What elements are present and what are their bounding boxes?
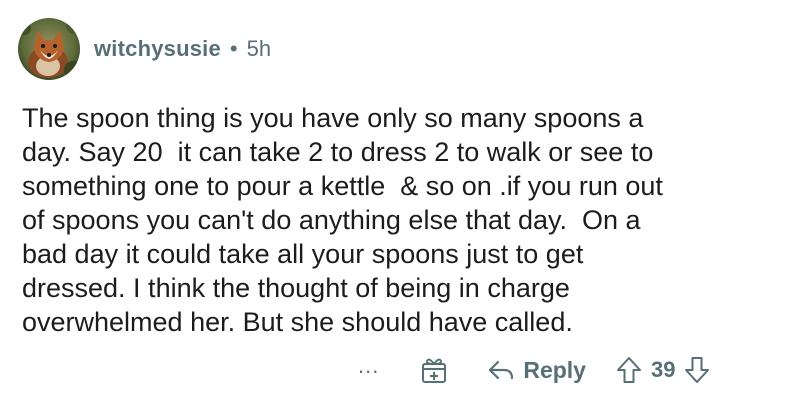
comment-body: The spoon thing is you have only so many… [22, 103, 663, 337]
upvote-button[interactable] [616, 355, 642, 385]
vote-score: 39 [650, 357, 676, 382]
avatar[interactable] [18, 18, 80, 80]
reply-label: Reply [523, 356, 586, 383]
comment-header: witchysusie • 5h [18, 18, 271, 80]
comment-age[interactable]: 5h [247, 36, 271, 62]
author-username[interactable]: witchysusie [94, 36, 221, 62]
upvote-arrow-icon [616, 357, 641, 383]
vote-controls: 39 [616, 355, 710, 385]
fox-avatar-icon [18, 18, 80, 80]
more-options-button[interactable]: ... [358, 355, 379, 377]
comment-actions: ... Reply 39 [358, 350, 710, 390]
reply-arrow-icon [489, 360, 514, 380]
downvote-button[interactable] [684, 355, 710, 385]
downvote-arrow-icon [685, 357, 710, 383]
comment: witchysusie • 5h The spoon thing is you … [0, 0, 800, 402]
award-button[interactable] [419, 355, 449, 385]
award-gift-icon [422, 358, 447, 383]
reply-button[interactable]: Reply [487, 357, 586, 384]
comment-meta: witchysusie • 5h [94, 36, 271, 62]
meta-separator: • [229, 36, 238, 61]
